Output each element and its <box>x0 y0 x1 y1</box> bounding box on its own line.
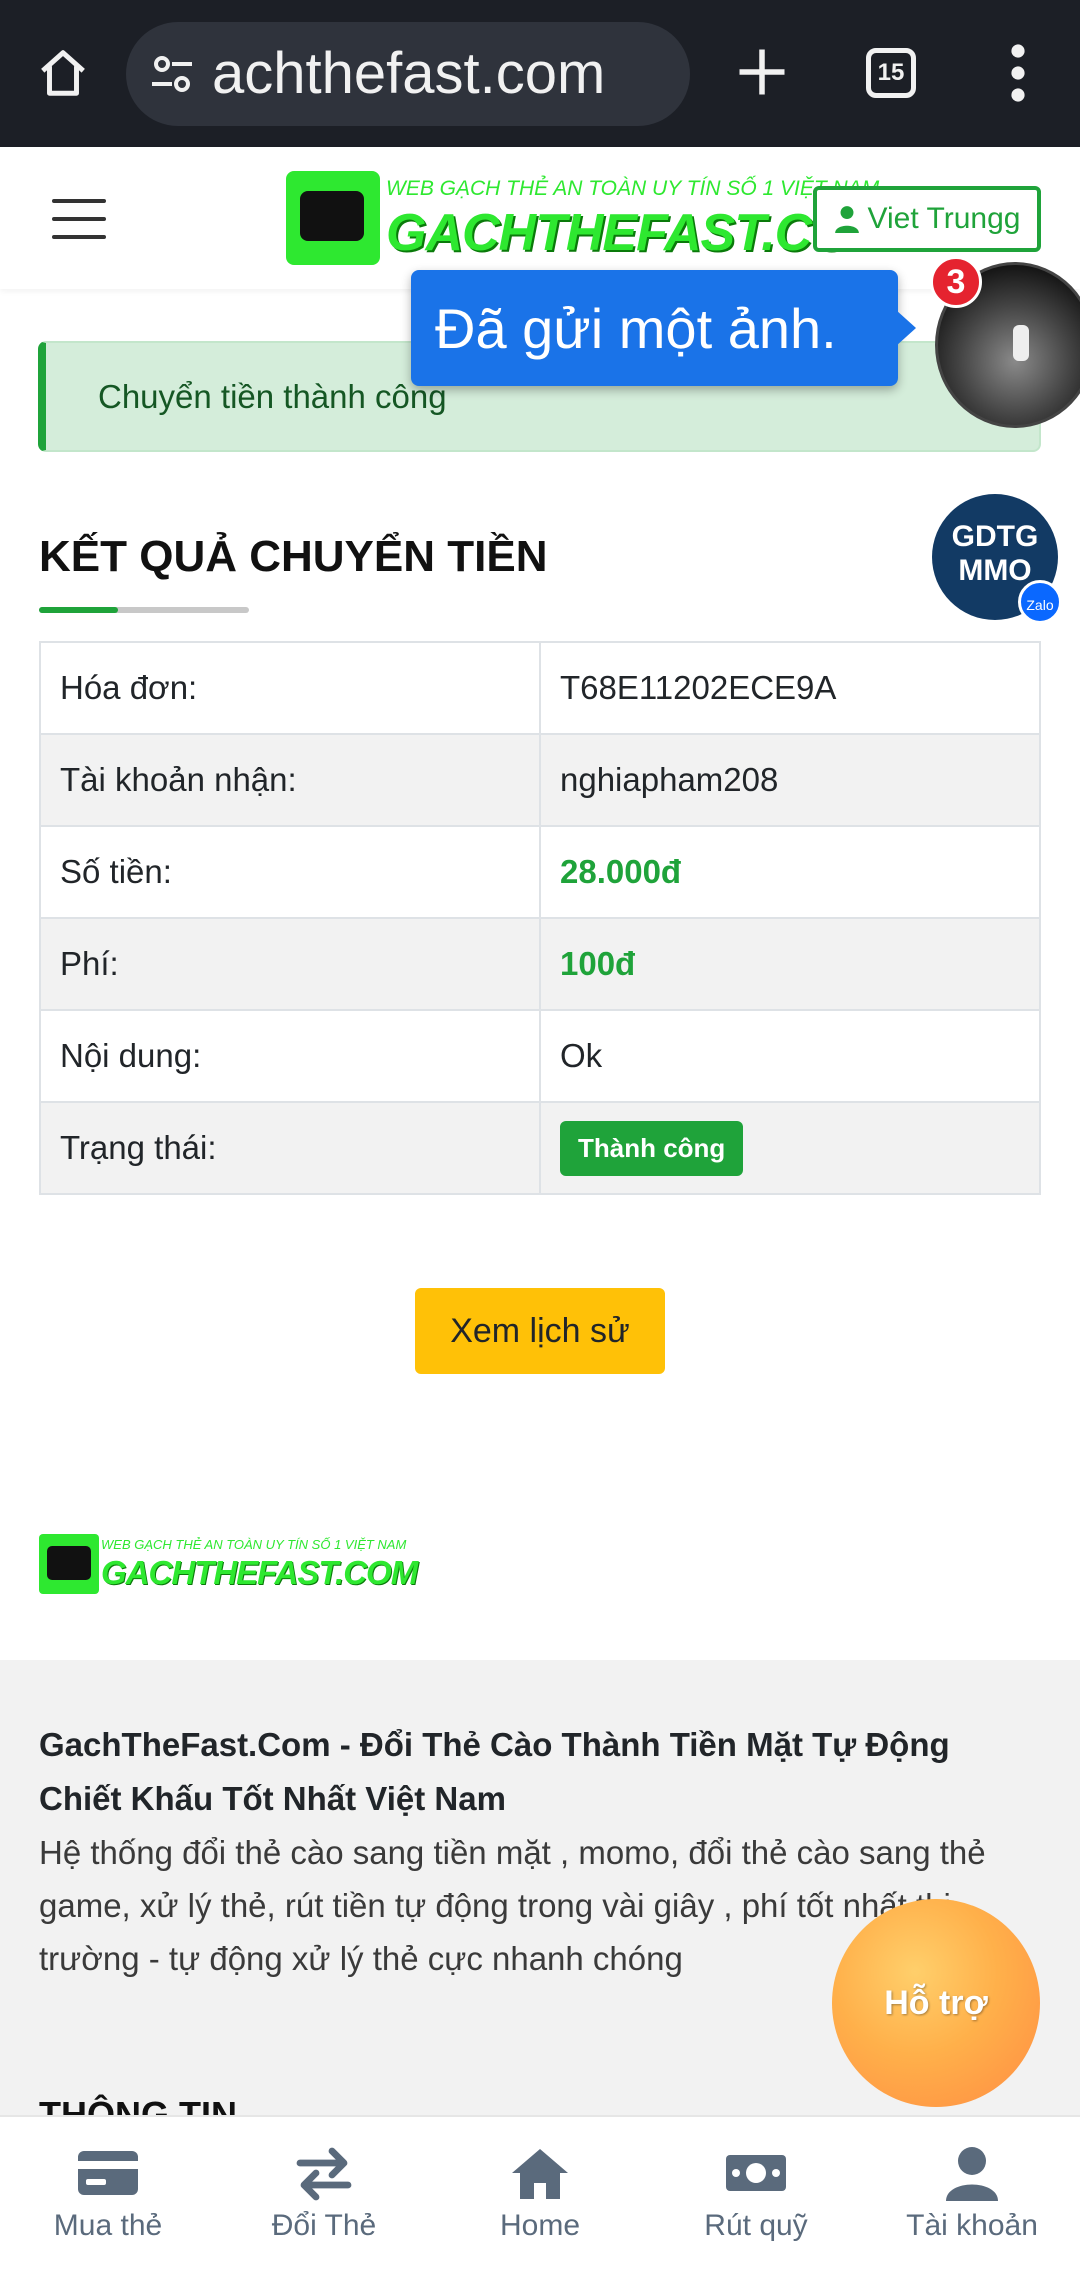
view-history-button[interactable]: Xem lịch sử <box>415 1288 665 1374</box>
site-settings-icon[interactable] <box>148 50 196 98</box>
row-label-invoice: Hóa đơn: <box>39 641 541 735</box>
row-value-invoice: T68E11202ECE9A <box>539 641 1041 735</box>
user-icon <box>834 206 859 233</box>
row-value-content: Ok <box>539 1009 1041 1103</box>
table-row: Số tiền: 28.000đ <box>39 825 1041 919</box>
row-label-amount: Số tiền: <box>39 825 541 919</box>
table-row: Tài khoản nhận: nghiapham208 <box>39 733 1041 827</box>
row-label-fee: Phí: <box>39 917 541 1011</box>
footer-heading: GachTheFast.Com - Đổi Thẻ Cào Thành Tiền… <box>39 1726 950 1817</box>
logo-card-icon <box>286 171 380 265</box>
row-value-status-cell: Thành công <box>539 1101 1041 1195</box>
user-name: Viet Trungg <box>867 202 1021 235</box>
table-row: Hóa đơn: T68E11202ECE9A <box>39 641 1041 735</box>
money-icon <box>726 2155 786 2191</box>
zalo-label-line1: GDTG <box>951 520 1039 553</box>
row-value-fee: 100đ <box>539 917 1041 1011</box>
zalo-badge-icon: Zalo <box>1018 580 1062 624</box>
footer-logo-tagline: WEB GẠCH THẺ AN TOÀN UY TÍN SỐ 1 VIỆT NA… <box>101 1537 407 1552</box>
nav-item-account[interactable]: Tài khoản <box>864 2117 1080 2270</box>
footer-logo-card-icon <box>39 1534 99 1594</box>
chat-head-message: Đã gửi một ảnh. <box>435 297 837 360</box>
user-icon <box>946 2147 998 2201</box>
user-account-button[interactable]: Viet Trungg <box>813 186 1041 252</box>
nav-label: Mua thẻ <box>53 2209 163 2242</box>
support-button[interactable]: Hỗ trợ <box>832 1899 1040 2107</box>
site-logo[interactable]: WEB GẠCH THẺ AN TOÀN UY TÍN SỐ 1 VIỆT NA… <box>286 171 894 267</box>
nav-label: Tài khoản <box>906 2209 1038 2242</box>
zalo-contact-button[interactable]: GDTG MMO Zalo <box>932 494 1062 624</box>
nav-item-home[interactable]: Home <box>432 2117 648 2270</box>
hamburger-menu-icon[interactable] <box>52 199 106 239</box>
footer-logo-name: GACHTHEFAST.COM <box>101 1554 418 1591</box>
home-icon <box>512 2149 568 2199</box>
status-badge: Thành công <box>560 1120 744 1176</box>
url-text: achthefast.com <box>212 41 606 106</box>
nav-item-withdraw[interactable]: Rút quỹ <box>648 2117 864 2270</box>
row-label-status: Trạng thái: <box>39 1101 541 1195</box>
exchange-icon <box>296 2147 352 2201</box>
logo-tagline: WEB GẠCH THẺ AN TOÀN UY TÍN SỐ 1 VIỆT NA… <box>386 177 880 200</box>
browser-toolbar: achthefast.com 15 <box>0 0 1080 147</box>
home-outline-icon <box>41 50 85 96</box>
more-menu-icon[interactable] <box>1000 40 1036 106</box>
new-tab-icon[interactable] <box>732 42 792 102</box>
alert-text: Chuyển tiền thành công <box>98 378 447 415</box>
footer-logo[interactable]: WEB GẠCH THẺ AN TOÀN UY TÍN SỐ 1 VIỆT NA… <box>39 1534 418 1596</box>
nav-item-buy-card[interactable]: Mua thẻ <box>0 2117 216 2270</box>
nav-label: Home <box>499 2209 581 2242</box>
row-label-recipient: Tài khoản nhận: <box>39 733 541 827</box>
title-underline <box>39 607 249 613</box>
chat-head-unread-badge: 3 <box>930 256 982 308</box>
chat-head-message-bubble[interactable]: Đã gửi một ảnh. <box>411 270 916 386</box>
card-icon <box>78 2151 138 2195</box>
page-title: KẾT QUẢ CHUYỂN TIỀN <box>39 532 548 581</box>
nav-item-exchange-card[interactable]: Đổi Thẻ <box>216 2117 432 2270</box>
table-row: Phí: 100đ <box>39 917 1041 1011</box>
site-header: WEB GẠCH THẺ AN TOÀN UY TÍN SỐ 1 VIỆT NA… <box>0 147 1080 289</box>
table-row: Nội dung: Ok <box>39 1009 1041 1103</box>
row-value-recipient: nghiapham208 <box>539 733 1041 827</box>
tab-switcher-button[interactable]: 15 <box>866 48 916 98</box>
row-value-amount: 28.000đ <box>539 825 1041 919</box>
row-label-content: Nội dung: <box>39 1009 541 1103</box>
table-row: Trạng thái: Thành công <box>39 1101 1041 1195</box>
browser-home-button[interactable] <box>30 40 96 106</box>
transfer-result-table: Hóa đơn: T68E11202ECE9A Tài khoản nhận: … <box>39 641 1041 1195</box>
address-bar[interactable]: achthefast.com <box>126 22 690 126</box>
bottom-navigation: Mua thẻ Đổi Thẻ Home Rút quỹ Tài khoản <box>0 2115 1080 2270</box>
nav-label: Đổi Thẻ <box>271 2209 377 2242</box>
nav-label: Rút quỹ <box>704 2209 808 2242</box>
